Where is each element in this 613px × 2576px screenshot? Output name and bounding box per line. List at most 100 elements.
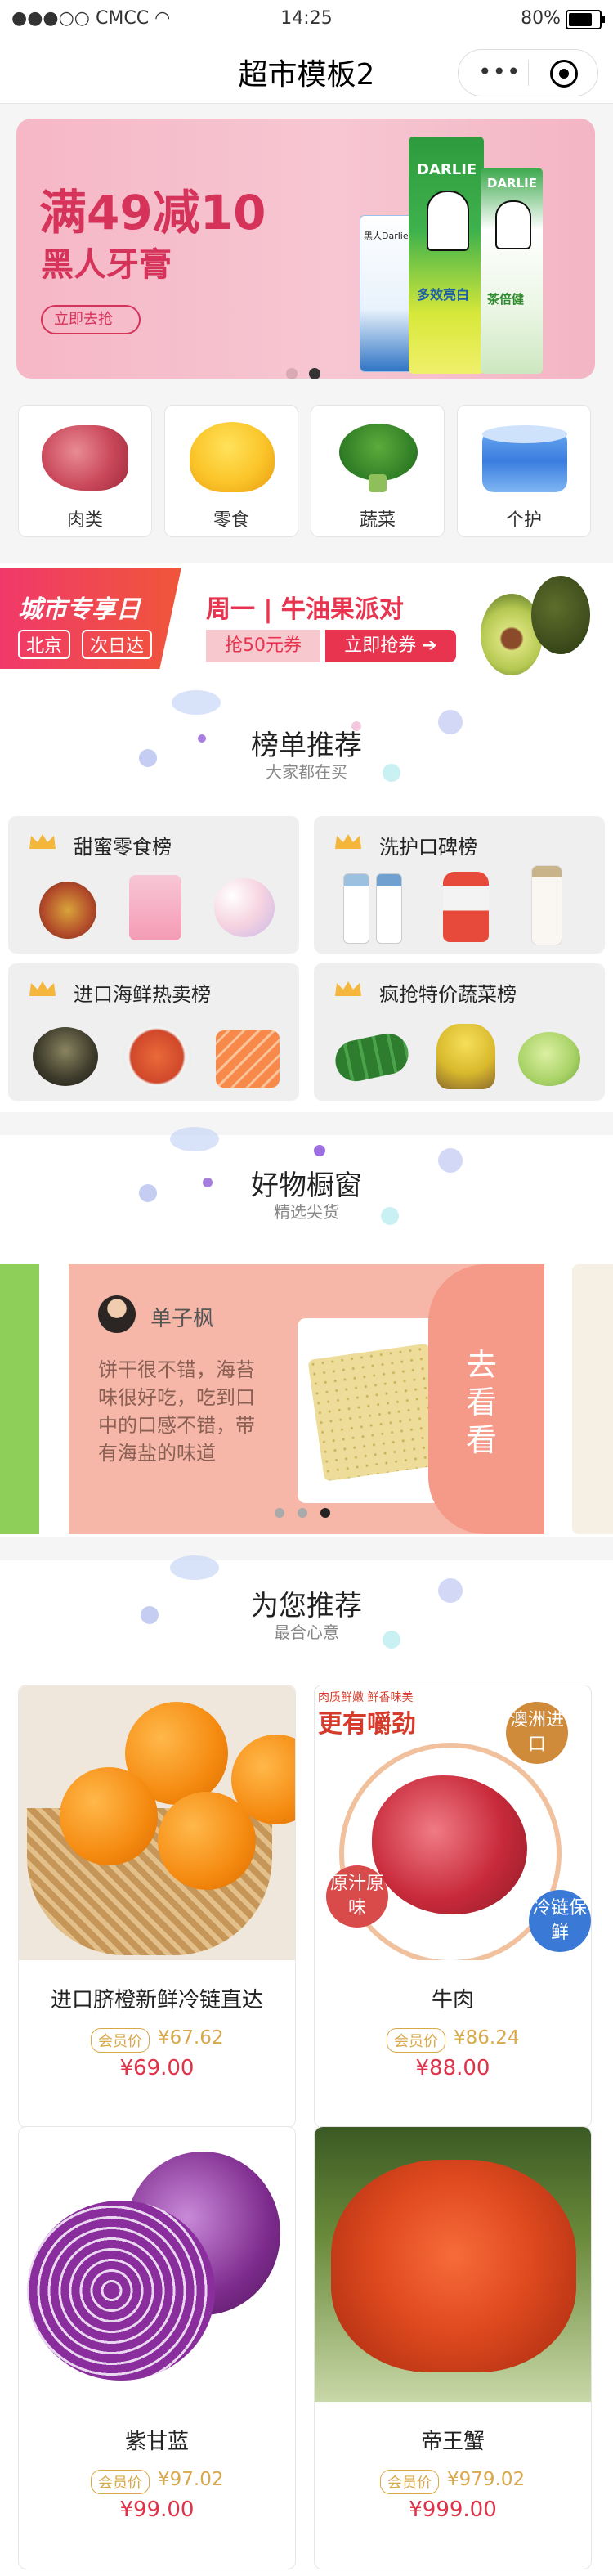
mini-program-capsule: ••• <box>458 49 598 96</box>
ranking-board-snacks[interactable]: 甜蜜零食榜 <box>8 816 299 954</box>
member-badge: 会员价 <box>380 2470 439 2494</box>
crab-bowl-icon <box>123 1024 191 1089</box>
cabbage-icon <box>518 1032 580 1086</box>
pack-text-green: 多效亮白 <box>417 287 470 303</box>
promo-headline: 周一 | 牛油果派对 <box>206 595 404 624</box>
promo-coupon[interactable]: 抢50元券 <box>206 630 320 662</box>
city-promo-banner[interactable]: 城市专享日 北京 次日达 周一 | 牛油果派对 抢50元券 立即抢券 ➔ <box>0 563 613 700</box>
ranking-board-name: 洗护口碑榜 <box>379 836 477 859</box>
ranking-board-care[interactable]: 洗护口碑榜 <box>314 816 605 954</box>
member-price: ¥97.02 <box>158 2469 224 2490</box>
cucumber-icon <box>331 1030 413 1085</box>
ranking-board-name: 进口海鲜热卖榜 <box>74 983 211 1006</box>
banner-dot-1[interactable] <box>286 368 298 379</box>
banner-buy-button[interactable]: 立即去抢 <box>41 305 141 334</box>
showcase-subtitle: 精选尖货 <box>274 1202 339 1222</box>
ranking-board-name: 甜蜜零食榜 <box>74 836 172 859</box>
view-more-label: 去看看 <box>466 1347 498 1458</box>
ranking-board-vegetables[interactable]: 疯抢特价蔬菜榜 <box>314 963 605 1101</box>
decor-bubble <box>170 1127 219 1151</box>
recommend-title: 为您推荐 <box>251 1590 362 1622</box>
biscuit-icon <box>307 1343 446 1482</box>
close-target-icon[interactable] <box>550 60 578 88</box>
category-label: 蔬菜 <box>359 510 396 531</box>
pack-text-white: 茶倍健 <box>487 292 525 307</box>
king-crab-icon <box>331 2160 576 2372</box>
image-tag-line: 肉质鲜嫩 鲜香味美 <box>318 1691 414 1704</box>
badge-import: 澳洲进口 <box>506 1702 568 1764</box>
showcase-title: 好物橱窗 <box>251 1169 362 1202</box>
rankings-subtitle: 大家都在买 <box>266 762 347 782</box>
member-price: ¥979.02 <box>447 2469 526 2490</box>
lotion-bottle-icon <box>343 873 369 944</box>
promo-cta-button[interactable]: 立即抢券 ➔ <box>325 630 456 662</box>
product-name: 帝王蟹 <box>420 2430 485 2454</box>
member-badge: 会员价 <box>91 2028 150 2053</box>
next-card-peek[interactable] <box>572 1264 613 1534</box>
battery-icon <box>566 10 605 29</box>
category-meat[interactable]: 肉类 <box>18 405 152 537</box>
prev-card-peek[interactable] <box>0 1264 39 1534</box>
status-bar: ●●●○○ CMCC ◠ 14:25 80% <box>0 0 613 38</box>
toothpaste-box-small: 黑人Darlie <box>360 215 415 372</box>
category-label: 个护 <box>505 510 542 531</box>
product-card-cabbage[interactable]: 紫甘蓝 会员价 ¥97.02 ¥99.00 <box>18 2126 296 2569</box>
category-snacks[interactable]: 零食 <box>164 405 298 537</box>
recommend-subtitle: 最合心意 <box>274 1622 339 1642</box>
ranking-board-seafood[interactable]: 进口海鲜热卖榜 <box>8 963 299 1101</box>
product-image <box>315 2127 591 2402</box>
shampoo-bottle-icon <box>531 865 562 945</box>
promo-tag-block: 城市专享日 北京 次日达 <box>0 568 181 669</box>
banner-product: 黑人牙膏 <box>41 246 172 284</box>
salmon-icon <box>216 1030 280 1088</box>
author-avatar <box>98 1295 136 1333</box>
product-name: 牛肉 <box>431 1988 474 2013</box>
category-personal-care[interactable]: 个护 <box>457 405 591 537</box>
category-vegetables[interactable]: 蔬菜 <box>311 405 445 537</box>
candy-tin-icon <box>39 882 96 939</box>
meat-icon <box>42 425 128 491</box>
member-price: ¥86.24 <box>454 2027 520 2049</box>
recommend-section: 为您推荐 最合心意 进口脐橙新鲜冷链直达 会员价 ¥67.62 ¥69.00 肉… <box>0 1555 613 2576</box>
product-card-king-crab[interactable]: 帝王蟹 会员价 ¥979.02 ¥999.00 <box>314 2126 592 2569</box>
crown-icon <box>29 981 56 996</box>
product-image <box>19 1685 295 1960</box>
product-image <box>19 2127 295 2402</box>
rankings-section: 榜单推荐 大家都在买 甜蜜零食榜 洗护口碑榜 进口海鲜热卖榜 疯抢特价蔬菜榜 <box>0 690 613 1112</box>
banner-dot-2[interactable] <box>309 368 320 379</box>
category-label: 零食 <box>213 510 249 531</box>
showcase-card[interactable]: 单子枫 饼干很不错，海苔味很好吃，吃到口中的口感不错，带有海盐的味道 去看看 <box>69 1264 544 1534</box>
toothpaste-box-white: DARLIE 茶倍健 <box>481 168 543 374</box>
showcase-section: 好物橱窗 精选尖货 单子枫 饼干很不错，海苔味很好吃，吃到口中的口感不错，带有海… <box>0 1127 613 1537</box>
red-cabbage-half-icon <box>27 2201 215 2381</box>
product-price: ¥88.00 <box>415 2056 490 2080</box>
ranking-board-name: 疯抢特价蔬菜榜 <box>379 983 517 1006</box>
promo-city: 北京 <box>18 630 71 659</box>
product-card-orange[interactable]: 进口脐橙新鲜冷链直达 会员价 ¥67.62 ¥69.00 <box>18 1685 296 2128</box>
corn-icon <box>436 1024 495 1089</box>
avocado-icon-2 <box>531 576 590 654</box>
product-name: 进口脐橙新鲜冷链直达 <box>50 1988 263 2013</box>
more-icon[interactable]: ••• <box>478 58 521 85</box>
category-label: 肉类 <box>66 510 103 531</box>
promo-banner[interactable]: 满49减10 黑人牙膏 立即去抢 黑人Darlie DARLIE 多效亮白 DA… <box>16 119 595 379</box>
pack-brand-green: DARLIE <box>417 161 477 178</box>
product-card-beef[interactable]: 肉质鲜嫩 鲜香味美 更有嚼劲 澳洲进口 原汁原味 冷链保鲜 牛肉 会员价 ¥86… <box>314 1685 592 2128</box>
product-name: 紫甘蓝 <box>124 2430 189 2454</box>
product-image: 肉质鲜嫩 鲜香味美 更有嚼劲 澳洲进口 原汁原味 冷链保鲜 <box>315 1685 591 1960</box>
battery-percent: 80% <box>521 8 561 29</box>
decor-bubble <box>314 1145 325 1156</box>
orange-icon <box>60 1767 158 1865</box>
pack-small-brand: 黑人Darlie <box>364 231 409 241</box>
review-text: 饼干很不错，海苔味很好吃，吃到口中的口感不错，带有海盐的味道 <box>98 1358 255 1465</box>
pack-brand-white: DARLIE <box>487 176 537 191</box>
showcase-dot-1[interactable] <box>275 1508 284 1518</box>
product-price: ¥99.00 <box>119 2497 195 2522</box>
candy-roll-icon <box>214 878 275 937</box>
image-headline: 更有嚼劲 <box>318 1710 416 1739</box>
toothpaste-box-green: DARLIE 多效亮白 <box>409 137 484 374</box>
view-more-button[interactable]: 去看看 <box>428 1264 544 1534</box>
pack-face-icon-2 <box>495 200 531 249</box>
showcase-dot-2[interactable] <box>298 1508 307 1518</box>
showcase-dot-3[interactable] <box>320 1508 330 1518</box>
